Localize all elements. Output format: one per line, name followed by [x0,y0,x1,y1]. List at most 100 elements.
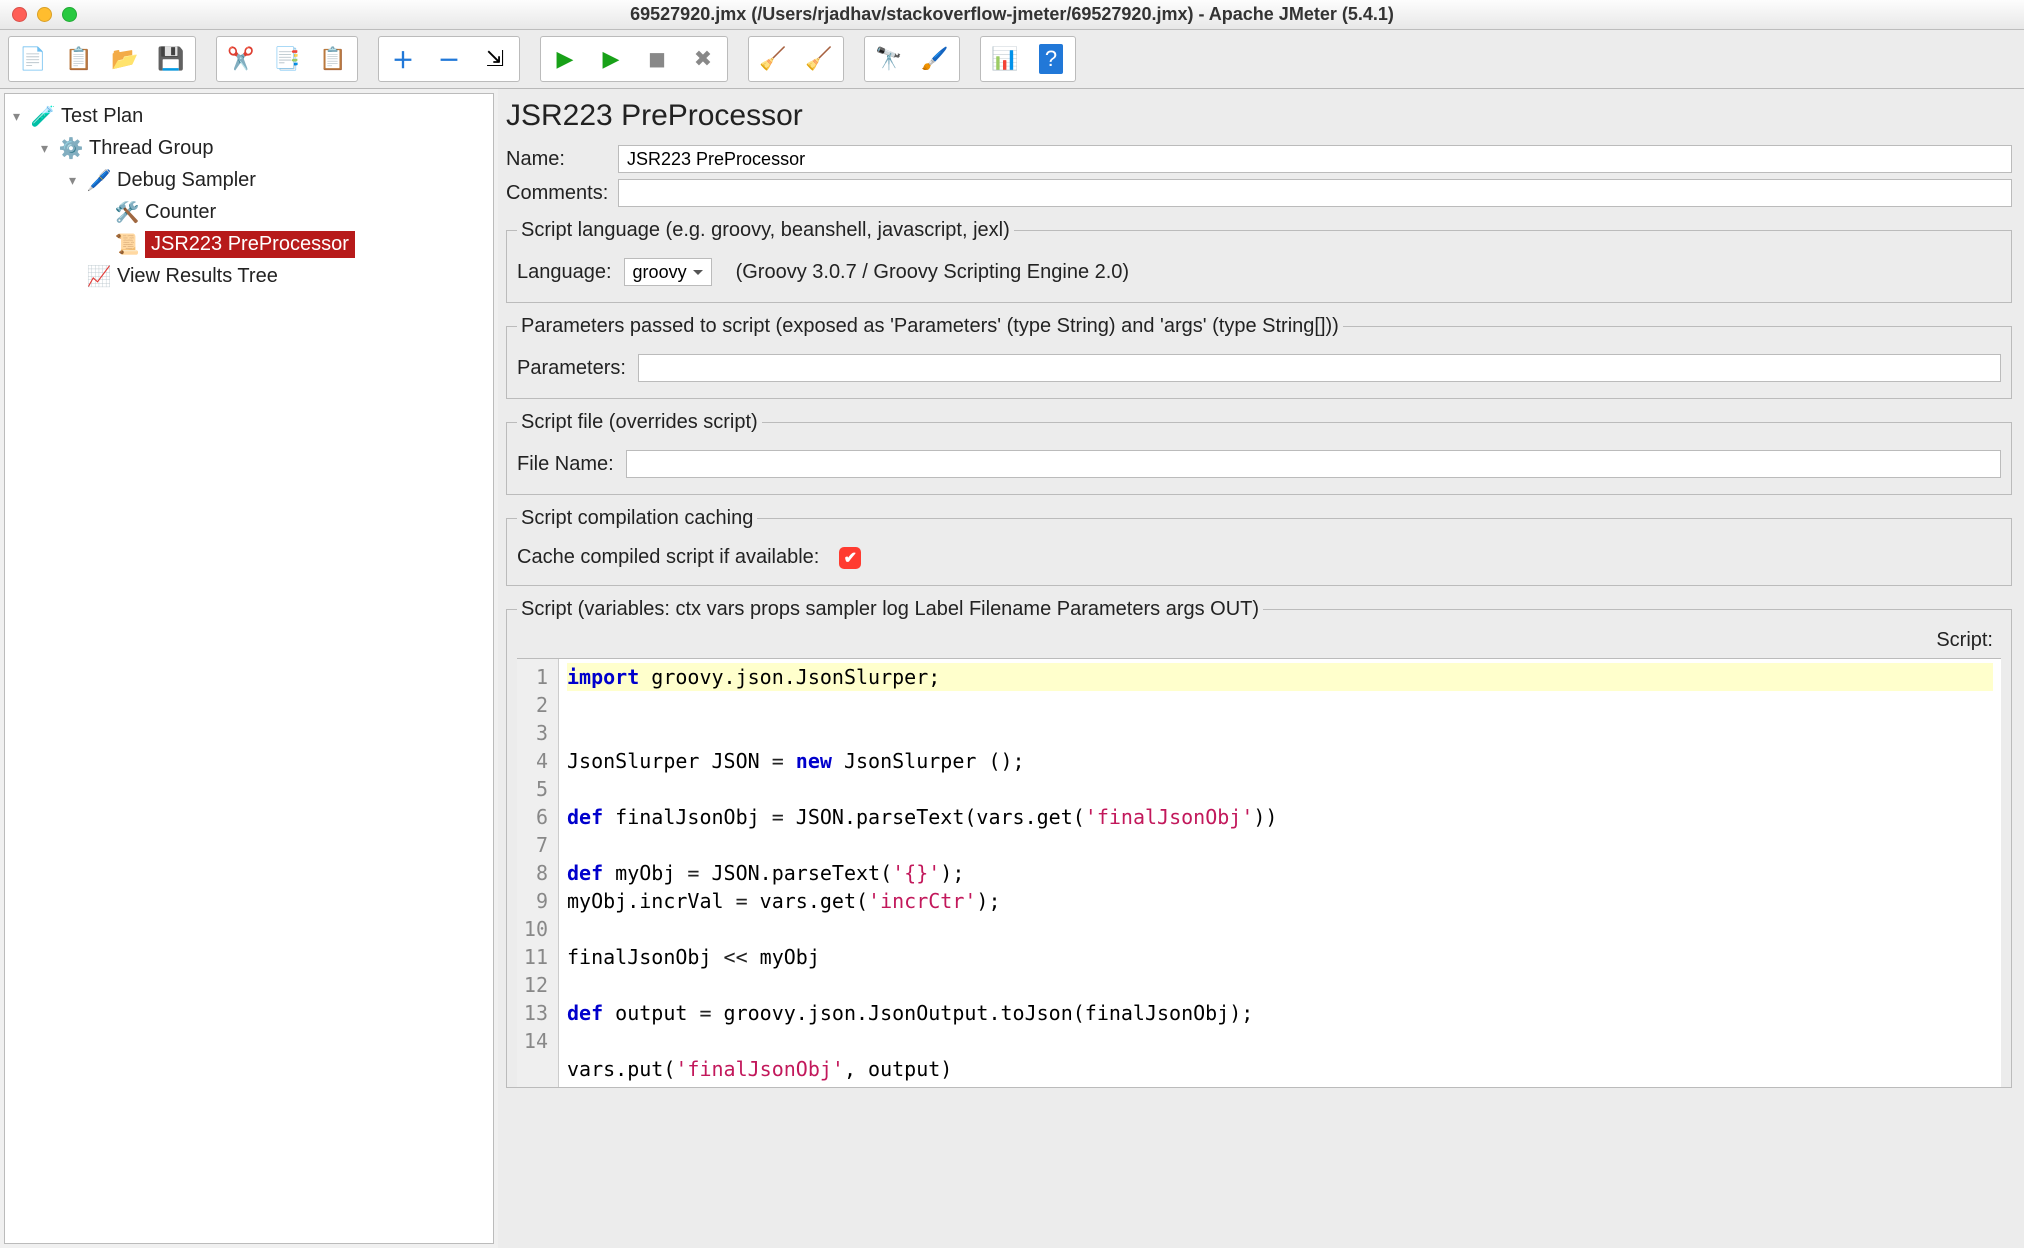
chart-icon: 📈 [87,264,111,289]
copy-icon: 📑 [273,46,300,72]
scriptfile-legend: Script file (overrides script) [517,411,762,434]
panel-heading: JSR223 PreProcessor [506,99,2012,133]
stop-icon: ◼ [648,46,666,72]
play-icon: ▶ [557,46,574,72]
script-legend: Script (variables: ctx vars props sample… [517,598,1263,621]
paste-icon: 📋 [319,46,346,72]
broom-icon: 🧹 [759,46,786,72]
toolbar: 📄 📋 📂 💾 ✂️ 📑 📋 ＋ － ⇲ ▶ ▶ ◼ ✖ 🧹 🧹 [0,30,2024,89]
binoculars-icon: 🔭 [875,46,902,72]
new-file-icon: 📄 [19,46,46,72]
parameters-legend: Parameters passed to script (exposed as … [517,315,1343,338]
save-button[interactable]: 💾 [149,39,193,79]
minimize-window-button[interactable] [37,7,52,22]
close-window-button[interactable] [12,7,27,22]
start-button[interactable]: ▶ [543,39,587,79]
start-no-pause-button[interactable]: ▶ [589,39,633,79]
editor-panel: JSR223 PreProcessor Name: Comments: Scri… [498,89,2024,1248]
tree-node-test-plan[interactable]: ▾ 🧪 Test Plan [5,100,493,132]
toggle-button[interactable]: ⇲ [473,39,517,79]
stop-button[interactable]: ◼ [635,39,679,79]
filename-input[interactable] [626,450,2001,478]
function-helper-button[interactable]: 📊 [983,39,1027,79]
tree-label: Debug Sampler [117,169,256,192]
name-label: Name: [506,148,606,171]
clear-all-button[interactable]: 🧹 [797,39,841,79]
scriptfile-fieldset: Script file (overrides script) File Name… [506,411,2012,495]
tree-label: Test Plan [61,105,143,128]
tree-label: View Results Tree [117,265,278,288]
open-button[interactable]: 📂 [103,39,147,79]
tree-node-view-results[interactable]: 📈 View Results Tree [5,260,493,292]
plus-icon: ＋ [392,43,414,75]
tree-node-jsr223[interactable]: 📜 JSR223 PreProcessor [5,228,493,260]
new-button[interactable]: 📄 [11,39,55,79]
tree-node-debug-sampler[interactable]: ▾ 🖊️ Debug Sampler [5,164,493,196]
cut-icon: ✂️ [227,46,254,72]
tools-icon: 🛠️ [115,200,139,225]
chevron-down-icon[interactable]: ▾ [69,172,87,189]
flask-icon: 🧪 [31,104,55,129]
cut-button[interactable]: ✂️ [219,39,263,79]
language-legend: Script language (e.g. groovy, beanshell,… [517,219,1014,242]
code-content[interactable]: import groovy.json.JsonSlurper; JsonSlur… [559,659,2001,1087]
comments-label: Comments: [506,182,606,205]
clear-button[interactable]: 🧹 [751,39,795,79]
cache-fieldset: Script compilation caching Cache compile… [506,507,2012,586]
parameters-label: Parameters: [517,357,626,380]
broom-all-icon: 🧹 [805,46,832,72]
cache-legend: Script compilation caching [517,507,757,530]
parameters-fieldset: Parameters passed to script (exposed as … [506,315,2012,399]
gear-icon: ⚙️ [59,136,83,161]
reset-search-button[interactable]: 🖌️ [913,39,957,79]
templates-button[interactable]: 📋 [57,39,101,79]
tree-node-counter[interactable]: 🛠️ Counter [5,196,493,228]
language-label: Language: [517,261,612,284]
cache-checkbox[interactable]: ✔ [839,547,861,569]
titlebar: 69527920.jmx (/Users/rjadhav/stackoverfl… [0,0,2024,30]
script-sublabel: Script: [517,629,2001,652]
collapse-button[interactable]: － [427,39,471,79]
tree-label: Thread Group [89,137,214,160]
parameters-input[interactable] [638,354,2001,382]
line-gutter: 1234567891011121314 [517,659,559,1087]
shutdown-icon: ✖ [694,46,712,72]
help-icon: ? [1039,44,1063,74]
search-button[interactable]: 🔭 [867,39,911,79]
traffic-lights [12,7,77,22]
list-icon: 📊 [991,46,1018,72]
zoom-window-button[interactable] [62,7,77,22]
cache-label: Cache compiled script if available: [517,546,819,569]
paste-button[interactable]: 📋 [311,39,355,79]
chevron-down-icon[interactable]: ▾ [13,108,31,125]
brush-icon: 🖌️ [921,46,948,72]
toggle-icon: ⇲ [486,46,504,72]
arrow-in-icon: 📜 [115,232,139,257]
help-button[interactable]: ? [1029,39,1073,79]
minus-icon: － [438,43,460,75]
content-area: ▾ 🧪 Test Plan ▾ ⚙️ Thread Group ▾ 🖊️ Deb… [0,89,2024,1248]
app-window: 69527920.jmx (/Users/rjadhav/stackoverfl… [0,0,2024,1248]
expand-button[interactable]: ＋ [381,39,425,79]
script-fieldset: Script (variables: ctx vars props sample… [506,598,2012,1088]
filename-label: File Name: [517,453,614,476]
tree-label: JSR223 PreProcessor [145,231,355,258]
save-icon: 💾 [157,46,184,72]
code-editor[interactable]: 1234567891011121314 import groovy.json.J… [517,658,2001,1087]
language-value: groovy [633,262,687,283]
window-title: 69527920.jmx (/Users/rjadhav/stackoverfl… [10,4,2014,25]
language-fieldset: Script language (e.g. groovy, beanshell,… [506,219,2012,303]
copy-button[interactable]: 📑 [265,39,309,79]
tree-label: Counter [145,201,216,224]
name-input[interactable] [618,145,2012,173]
open-folder-icon: 📂 [111,46,138,72]
comments-input[interactable] [618,179,2012,207]
tree-node-thread-group[interactable]: ▾ ⚙️ Thread Group [5,132,493,164]
language-description: (Groovy 3.0.7 / Groovy Scripting Engine … [736,261,1130,284]
play-alt-icon: ▶ [603,46,620,72]
shutdown-button[interactable]: ✖ [681,39,725,79]
chevron-down-icon[interactable]: ▾ [41,140,59,157]
pipette-icon: 🖊️ [87,168,111,193]
language-combo[interactable]: groovy [624,258,712,286]
tree-panel[interactable]: ▾ 🧪 Test Plan ▾ ⚙️ Thread Group ▾ 🖊️ Deb… [4,93,494,1244]
